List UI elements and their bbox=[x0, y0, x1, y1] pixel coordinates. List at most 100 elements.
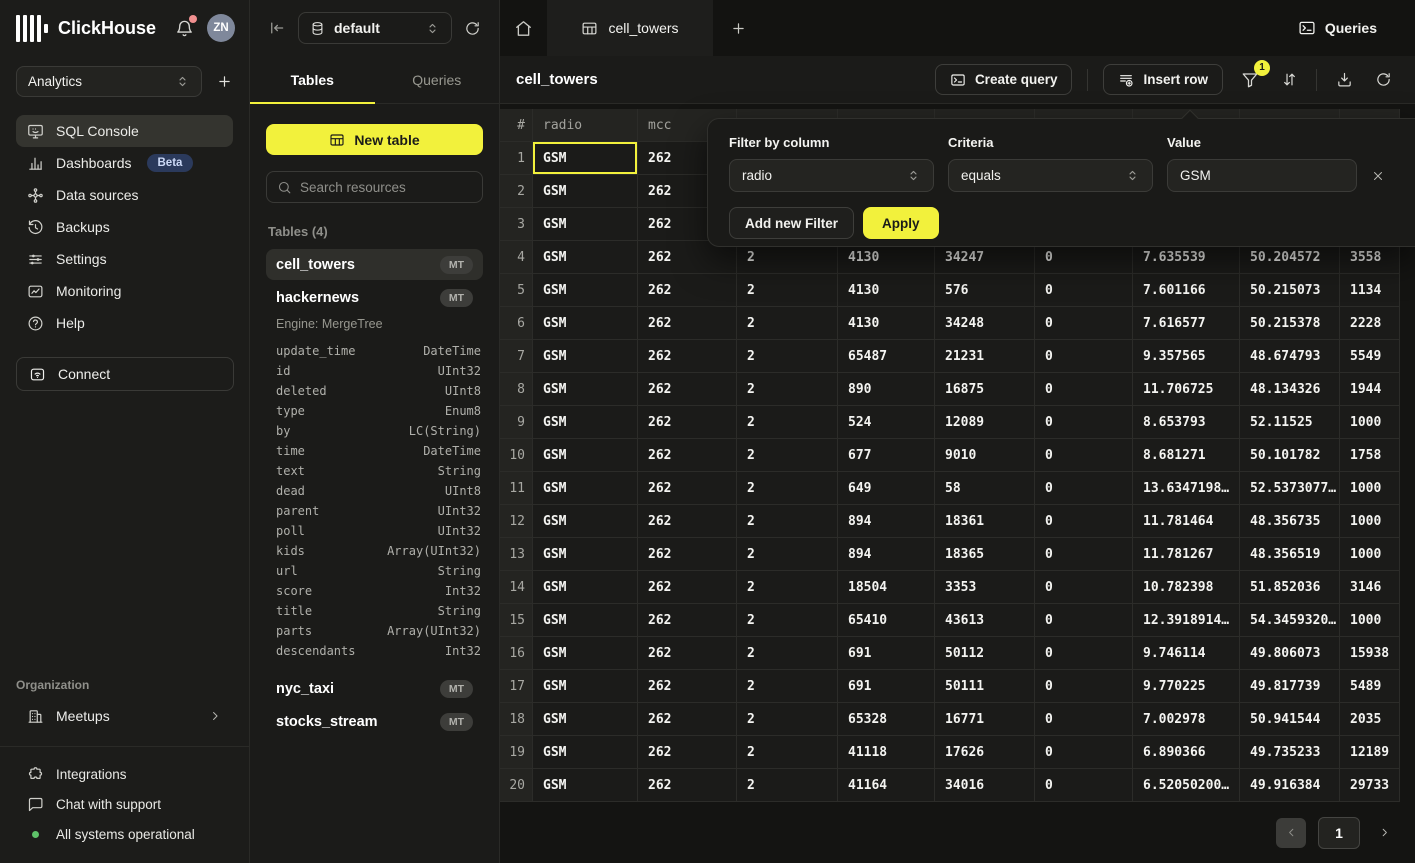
grid-cell[interactable]: 12.3918914… bbox=[1133, 604, 1240, 637]
new-tab-button[interactable] bbox=[713, 0, 763, 56]
sidebar-item-integrations[interactable]: Integrations bbox=[16, 759, 233, 789]
workspace-select[interactable]: Analytics bbox=[16, 66, 202, 97]
table-list-item-stocks_stream[interactable]: stocks_streamMT bbox=[266, 706, 483, 737]
grid-cell[interactable]: GSM bbox=[533, 274, 638, 307]
current-page-button[interactable]: 1 bbox=[1318, 817, 1360, 849]
row-number[interactable]: 10 bbox=[500, 439, 533, 472]
grid-cell[interactable]: 890 bbox=[838, 373, 935, 406]
grid-cell[interactable]: 2 bbox=[737, 571, 838, 604]
table-list-item-nyc_taxi[interactable]: nyc_taxiMT bbox=[266, 673, 483, 704]
grid-cell[interactable]: 262 bbox=[638, 373, 737, 406]
grid-cell[interactable]: 16875 bbox=[935, 373, 1035, 406]
queries-button[interactable]: Queries bbox=[1298, 0, 1377, 56]
sidebar-item-data-sources[interactable]: Data sources bbox=[16, 179, 233, 211]
grid-cell[interactable]: 2035 bbox=[1340, 703, 1400, 736]
row-number[interactable]: 15 bbox=[500, 604, 533, 637]
grid-cell[interactable]: 51.852036 bbox=[1240, 571, 1340, 604]
sort-button[interactable] bbox=[1277, 68, 1301, 92]
grid-cell[interactable]: 11.706725 bbox=[1133, 373, 1240, 406]
grid-cell[interactable]: GSM bbox=[533, 208, 638, 241]
grid-cell[interactable]: 18365 bbox=[935, 538, 1035, 571]
grid-cell[interactable]: 9.746114 bbox=[1133, 637, 1240, 670]
grid-cell[interactable]: 0 bbox=[1035, 604, 1133, 637]
row-number[interactable]: 20 bbox=[500, 769, 533, 802]
grid-cell[interactable]: GSM bbox=[533, 472, 638, 505]
grid-cell[interactable]: GSM bbox=[533, 406, 638, 439]
grid-cell[interactable]: 0 bbox=[1035, 538, 1133, 571]
grid-cell[interactable]: 50111 bbox=[935, 670, 1035, 703]
sidebar-item-chat-with-support[interactable]: Chat with support bbox=[16, 789, 233, 819]
grid-cell[interactable]: 524 bbox=[838, 406, 935, 439]
grid-cell[interactable]: 1000 bbox=[1340, 604, 1400, 637]
next-page-button[interactable] bbox=[1378, 826, 1391, 839]
grid-cell[interactable]: 262 bbox=[638, 736, 737, 769]
grid-cell[interactable]: 3146 bbox=[1340, 571, 1400, 604]
grid-cell[interactable]: 262 bbox=[638, 274, 737, 307]
sidebar-item-all-systems-operational[interactable]: All systems operational bbox=[16, 819, 233, 849]
row-number[interactable]: 8 bbox=[500, 373, 533, 406]
grid-cell[interactable]: 8.681271 bbox=[1133, 439, 1240, 472]
grid-cell[interactable]: 50.215378 bbox=[1240, 307, 1340, 340]
row-number[interactable]: 14 bbox=[500, 571, 533, 604]
grid-cell[interactable]: 50112 bbox=[935, 637, 1035, 670]
grid-cell[interactable]: 1000 bbox=[1340, 472, 1400, 505]
remove-filter-button[interactable] bbox=[1371, 169, 1385, 183]
grid-cell[interactable]: 0 bbox=[1035, 637, 1133, 670]
grid-cell[interactable]: 49.817739 bbox=[1240, 670, 1340, 703]
grid-cell[interactable]: 262 bbox=[638, 406, 737, 439]
grid-cell[interactable]: 5549 bbox=[1340, 340, 1400, 373]
grid-cell[interactable]: 7.601166 bbox=[1133, 274, 1240, 307]
grid-cell[interactable]: 52.11525 bbox=[1240, 406, 1340, 439]
grid-cell[interactable]: GSM bbox=[533, 604, 638, 637]
grid-cell[interactable]: 49.806073 bbox=[1240, 637, 1340, 670]
prev-page-button[interactable] bbox=[1276, 818, 1306, 848]
grid-cell[interactable]: 0 bbox=[1035, 703, 1133, 736]
download-button[interactable] bbox=[1332, 68, 1356, 92]
grid-cell[interactable]: 0 bbox=[1035, 670, 1133, 703]
grid-cell[interactable]: 576 bbox=[935, 274, 1035, 307]
grid-cell[interactable]: 49.916384 bbox=[1240, 769, 1340, 802]
grid-cell[interactable]: 29733 bbox=[1340, 769, 1400, 802]
row-number[interactable]: 1 bbox=[500, 142, 533, 175]
search-input[interactable] bbox=[300, 180, 472, 195]
row-number[interactable]: 7 bbox=[500, 340, 533, 373]
row-number[interactable]: 11 bbox=[500, 472, 533, 505]
grid-cell[interactable]: 41118 bbox=[838, 736, 935, 769]
row-number[interactable]: 6 bbox=[500, 307, 533, 340]
connect-button[interactable]: Connect bbox=[16, 357, 234, 391]
grid-cell[interactable]: 16771 bbox=[935, 703, 1035, 736]
grid-cell[interactable]: GSM bbox=[533, 736, 638, 769]
grid-cell[interactable]: 4130 bbox=[838, 274, 935, 307]
grid-cell[interactable]: 2 bbox=[737, 736, 838, 769]
grid-cell[interactable]: 262 bbox=[638, 538, 737, 571]
table-list-item-cell_towers[interactable]: cell_towersMT bbox=[266, 249, 483, 280]
sidebar-item-monitoring[interactable]: Monitoring bbox=[16, 275, 233, 307]
grid-cell[interactable]: 0 bbox=[1035, 340, 1133, 373]
grid-cell[interactable]: 6.52050200… bbox=[1133, 769, 1240, 802]
grid-cell[interactable]: 17626 bbox=[935, 736, 1035, 769]
grid-cell[interactable]: 0 bbox=[1035, 505, 1133, 538]
grid-cell[interactable]: 1000 bbox=[1340, 505, 1400, 538]
grid-cell[interactable]: 9.770225 bbox=[1133, 670, 1240, 703]
row-number[interactable]: 16 bbox=[500, 637, 533, 670]
grid-cell[interactable]: 262 bbox=[638, 769, 737, 802]
sidebar-item-backups[interactable]: Backups bbox=[16, 211, 233, 243]
grid-cell[interactable]: 11.781267 bbox=[1133, 538, 1240, 571]
refresh-data-button[interactable] bbox=[1371, 68, 1395, 92]
create-query-button[interactable]: Create query bbox=[935, 64, 1073, 95]
grid-cell[interactable]: 262 bbox=[638, 340, 737, 373]
row-number[interactable]: 12 bbox=[500, 505, 533, 538]
grid-cell[interactable]: 54.3459320… bbox=[1240, 604, 1340, 637]
grid-cell[interactable]: 2 bbox=[737, 406, 838, 439]
row-number[interactable]: 17 bbox=[500, 670, 533, 703]
grid-cell[interactable]: 2 bbox=[737, 340, 838, 373]
avatar[interactable]: ZN bbox=[207, 14, 235, 42]
table-list-item-hackernews[interactable]: hackernewsMT bbox=[266, 282, 483, 313]
grid-cell[interactable]: 50.215073 bbox=[1240, 274, 1340, 307]
sidebar-item-meetups[interactable]: Meetups bbox=[16, 700, 233, 732]
row-number[interactable]: 3 bbox=[500, 208, 533, 241]
grid-cell[interactable]: 49.735233 bbox=[1240, 736, 1340, 769]
grid-cell[interactable]: 50.941544 bbox=[1240, 703, 1340, 736]
grid-cell[interactable]: 2 bbox=[737, 274, 838, 307]
grid-cell[interactable]: 691 bbox=[838, 670, 935, 703]
